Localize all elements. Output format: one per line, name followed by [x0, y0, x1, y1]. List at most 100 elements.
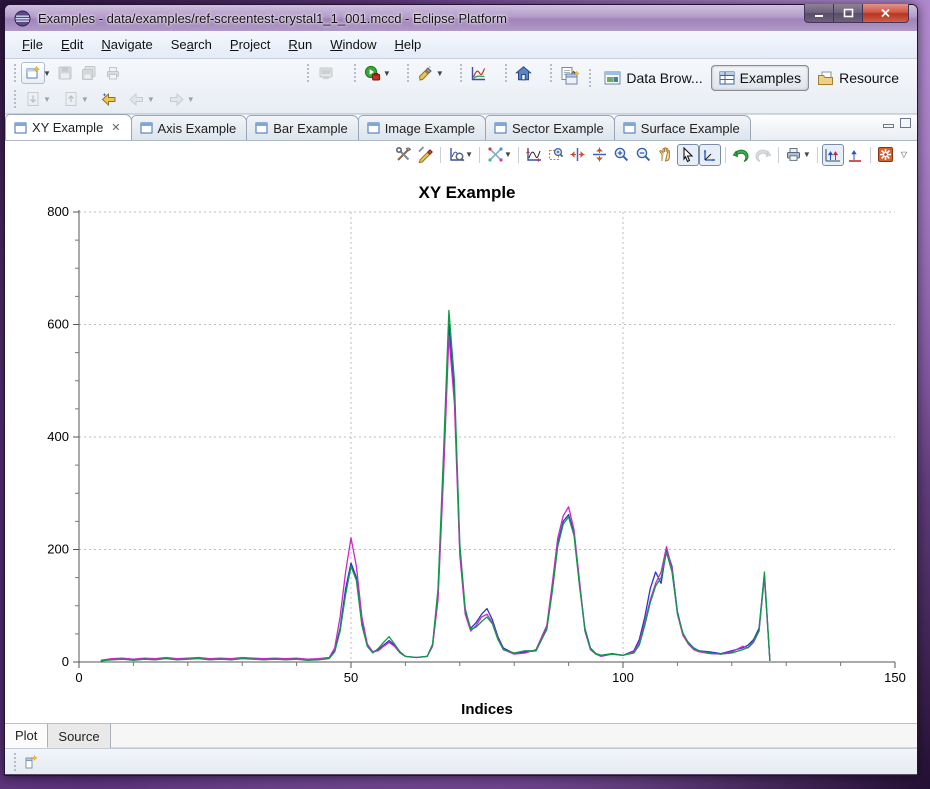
search-dropdown[interactable]: ▼ — [436, 69, 444, 78]
home-icon[interactable] — [512, 62, 536, 84]
print-dropdown[interactable]: ▼ — [803, 150, 811, 159]
title-bar[interactable]: Examples - data/examples/ref-screentest-… — [5, 5, 917, 31]
menu-item-window[interactable]: Window — [321, 34, 385, 55]
menu-item-file[interactable]: File — [13, 34, 52, 55]
window-controls — [804, 4, 909, 23]
editor-tab-sector-example[interactable]: Sector Example — [485, 115, 615, 140]
zoom-in-icon[interactable] — [611, 144, 633, 166]
tab-plot-label: Plot — [15, 728, 37, 743]
y-tick-label: 200 — [47, 542, 69, 557]
view-menu-chevron-icon[interactable]: ▽ — [901, 150, 907, 159]
main-toolbar: ▼ ▼ ▼ — [5, 59, 917, 114]
autoscale-icon[interactable] — [523, 144, 545, 166]
tab-close-icon[interactable]: ✕ — [111, 121, 120, 134]
editor-tab-axis-example[interactable]: Axis Example — [131, 115, 248, 140]
configure-settings-icon[interactable] — [392, 144, 414, 166]
toolbar-grip[interactable] — [458, 64, 464, 82]
forward-dropdown[interactable]: ▼ — [187, 95, 195, 104]
menu-item-search[interactable]: Search — [162, 34, 221, 55]
perspective-data-browsing[interactable]: Data Brow... — [596, 65, 710, 91]
pan-hand-icon[interactable] — [655, 144, 677, 166]
pointer-icon[interactable] — [677, 144, 699, 166]
zoom-horizontal-icon[interactable] — [567, 144, 589, 166]
print-chart-icon[interactable] — [783, 144, 805, 166]
back-icon[interactable] — [125, 88, 149, 110]
menu-item-edit[interactable]: Edit — [52, 34, 92, 55]
status-trim — [5, 748, 917, 774]
maximize-view-icon[interactable] — [900, 118, 911, 128]
remove-region-icon[interactable] — [484, 144, 506, 166]
plot-type-icon[interactable] — [445, 144, 467, 166]
x-tick-label: 0 — [75, 670, 82, 685]
resource-perspective-icon — [817, 71, 834, 86]
eclipse-window: Examples - data/examples/ref-screentest-… — [4, 4, 918, 776]
rescale-single-axis-icon[interactable] — [844, 144, 866, 166]
undo-icon[interactable] — [730, 144, 752, 166]
editor-tab-xy-example[interactable]: XY Example ✕ — [5, 114, 132, 140]
toolbar-grip[interactable] — [352, 64, 358, 82]
toolbar-grip[interactable] — [405, 64, 411, 82]
editor-tab-surface-example[interactable]: Surface Example — [614, 115, 751, 140]
minimize-view-icon[interactable] — [883, 124, 894, 128]
menu-item-project[interactable]: Project — [221, 34, 279, 55]
console-icon[interactable] — [314, 62, 338, 84]
menu-item-help[interactable]: Help — [385, 34, 430, 55]
minimize-button[interactable] — [804, 4, 834, 23]
editor-tab-bar-example[interactable]: Bar Example — [246, 115, 358, 140]
back-dropdown[interactable]: ▼ — [147, 95, 155, 104]
open-perspective-icon[interactable] — [560, 67, 584, 89]
zoom-rectangle-icon[interactable] — [545, 144, 567, 166]
previous-annotation-dropdown[interactable]: ▼ — [81, 95, 89, 104]
editor-tab-icon — [255, 122, 268, 134]
perspective-resource[interactable]: Resource — [809, 65, 907, 91]
editor-tab-label: Surface Example — [641, 121, 740, 136]
next-annotation-icon[interactable] — [21, 88, 45, 110]
redo-icon[interactable] — [752, 144, 774, 166]
y-tick-label: 400 — [47, 429, 69, 444]
toolbar-grip[interactable] — [12, 90, 18, 108]
tab-plot[interactable]: Plot — [5, 724, 48, 748]
run-dropdown[interactable]: ▼ — [383, 69, 391, 78]
remove-region-dropdown[interactable]: ▼ — [504, 150, 512, 159]
rescale-both-axes-icon[interactable] — [822, 144, 844, 166]
editor-area: XY Example ✕ Axis ExampleBar ExampleImage … — [5, 114, 917, 723]
perspective-grip[interactable] — [587, 69, 593, 87]
palette-icon[interactable] — [875, 144, 897, 166]
xy-chart[interactable]: 0501001500200400600800XY ExampleIndices — [5, 168, 917, 723]
maximize-button[interactable] — [834, 4, 863, 23]
toolbar-grip[interactable] — [503, 64, 509, 82]
menu-item-run[interactable]: Run — [279, 34, 321, 55]
save-icon[interactable] — [53, 62, 77, 84]
next-annotation-dropdown[interactable]: ▼ — [43, 95, 51, 104]
zoom-vertical-icon[interactable] — [589, 144, 611, 166]
previous-annotation-icon[interactable] — [59, 88, 83, 110]
eclipse-logo-icon — [14, 10, 31, 27]
print-icon[interactable] — [101, 62, 125, 84]
perspective-examples[interactable]: Examples — [711, 65, 809, 91]
save-all-icon[interactable] — [77, 62, 101, 84]
search-flashlight-icon[interactable] — [414, 62, 438, 84]
last-edit-location-icon[interactable] — [97, 88, 121, 110]
fast-view-icon[interactable] — [21, 752, 41, 772]
editor-tab-label: XY Example — [32, 120, 103, 135]
menu-bar: FileEditNavigateSearchProjectRunWindowHe… — [5, 31, 917, 59]
y-tick-label: 0 — [62, 654, 69, 669]
configure-annotations-icon[interactable] — [414, 144, 436, 166]
data-browsing-perspective-icon — [604, 71, 621, 86]
forward-icon[interactable] — [165, 88, 189, 110]
toolbar-grip[interactable] — [305, 64, 311, 82]
run-external-tools-icon[interactable] — [361, 62, 385, 84]
menu-item-navigate[interactable]: Navigate — [92, 34, 161, 55]
zoom-out-icon[interactable] — [633, 144, 655, 166]
chart-view-icon[interactable] — [467, 62, 491, 84]
tab-source[interactable]: Source — [48, 724, 110, 748]
toolbar-grip[interactable] — [548, 64, 554, 82]
close-button[interactable] — [863, 4, 909, 23]
trim-grip[interactable] — [12, 753, 18, 771]
new-wizard-icon[interactable] — [21, 62, 45, 84]
toolbar-grip[interactable] — [12, 64, 18, 82]
editor-tab-image-example[interactable]: Image Example — [358, 115, 486, 140]
plot-type-dropdown[interactable]: ▼ — [465, 150, 473, 159]
axis-zoom-icon[interactable] — [699, 144, 721, 166]
new-wizard-dropdown[interactable]: ▼ — [43, 69, 51, 78]
